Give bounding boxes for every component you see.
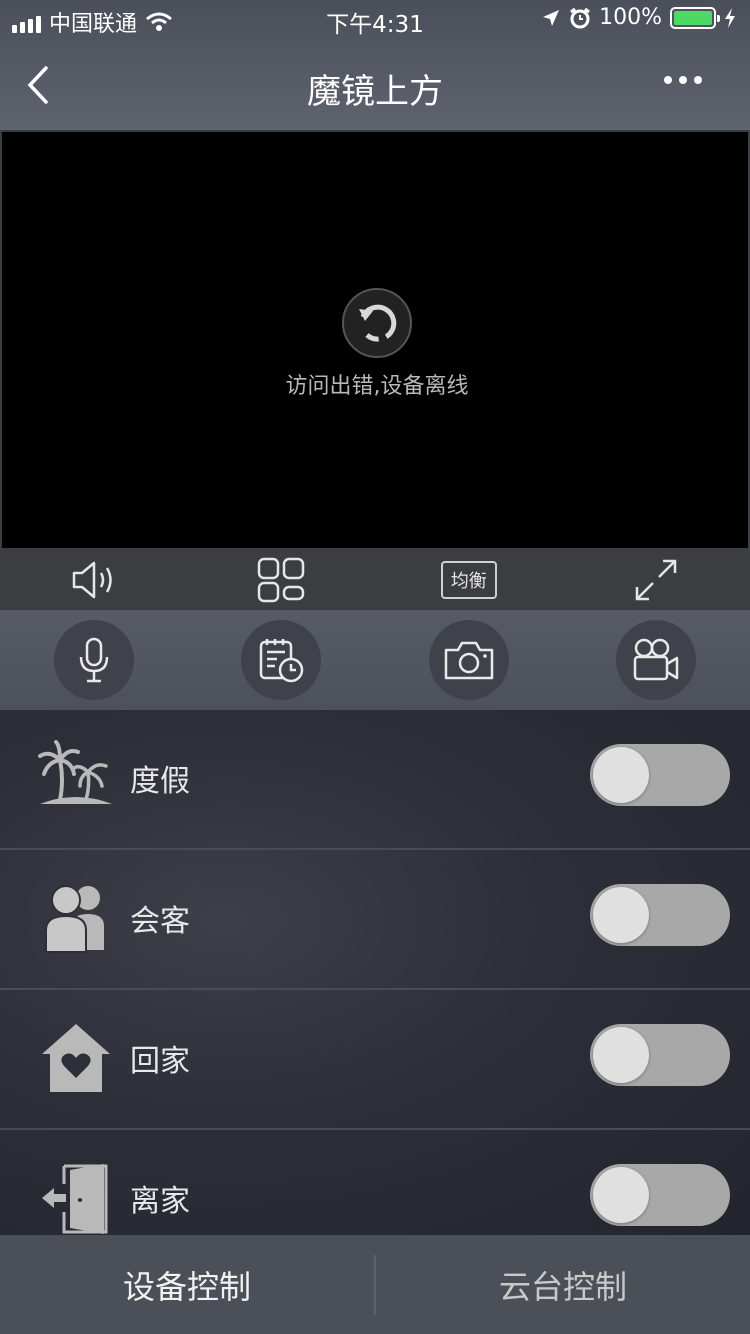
record-button[interactable] [616,620,697,700]
microphone-icon [79,637,108,683]
grid-layout-icon [258,557,305,603]
battery-icon [670,6,720,29]
more-dots-icon[interactable] [664,76,702,84]
tab-device-control[interactable]: 设备控制 [0,1235,374,1334]
video-record-icon [634,638,679,681]
playback-schedule-icon [260,639,304,683]
bottom-tab-bar: 设备控制 云台控制 [0,1235,750,1334]
mode-row-away: 离家 [0,1130,750,1235]
toggle-knob [593,747,649,803]
guest-toggle[interactable] [590,884,730,946]
speaker-icon [72,561,112,599]
charging-bolt-icon [725,7,735,28]
home-heart-icon [42,1024,110,1092]
location-arrow-icon [543,9,560,26]
mode-row-home: 回家 [0,990,750,1130]
home-toggle[interactable] [590,1024,730,1086]
quality-button[interactable]: 均衡 [375,550,563,610]
mode-label: 回家 [130,1044,190,1079]
people-icon [45,885,104,953]
speaker-button[interactable] [0,550,188,610]
split-screen-button[interactable] [188,550,376,610]
leave-door-icon [42,1164,108,1234]
scene-mode-list: 度假 会客 回家 离家 [0,710,750,1235]
toggle-knob [593,887,649,943]
toggle-knob [593,1027,649,1083]
palm-tree-icon [38,740,112,804]
page-title: 魔镜上方 [307,72,443,112]
video-error-message: 访问出错,设备离线 [285,374,469,399]
quality-label: 均衡 [440,561,497,599]
alarm-icon [570,7,590,28]
retry-icon[interactable] [341,287,413,359]
video-player[interactable]: 访问出错,设备离线 [0,130,750,550]
snapshot-button[interactable] [428,620,509,700]
battery-percent: 100% [599,5,662,30]
talk-button[interactable] [53,620,134,700]
player-toolbar: 均衡 [0,550,750,610]
tab-ptz-control[interactable]: 云台控制 [376,1235,750,1334]
action-toolbar [0,610,750,710]
fullscreen-icon [636,559,677,601]
mode-row-vacation: 度假 [0,710,750,850]
toggle-knob [593,1167,649,1223]
fullscreen-button[interactable] [563,550,750,610]
mode-label: 会客 [130,904,190,939]
vacation-toggle[interactable] [590,744,730,806]
navigation-bar: 魔镜上方 [0,40,750,130]
camera-icon [444,641,493,680]
playback-button[interactable] [241,620,322,700]
mode-row-guest: 会客 [0,850,750,990]
mode-label: 离家 [130,1184,190,1219]
status-bar: 中国联通 下午4:31 100% [0,0,750,40]
top-header-area: 中国联通 下午4:31 100% 魔镜上方 [0,0,750,130]
mode-label: 度假 [130,764,190,799]
away-toggle[interactable] [590,1164,730,1226]
